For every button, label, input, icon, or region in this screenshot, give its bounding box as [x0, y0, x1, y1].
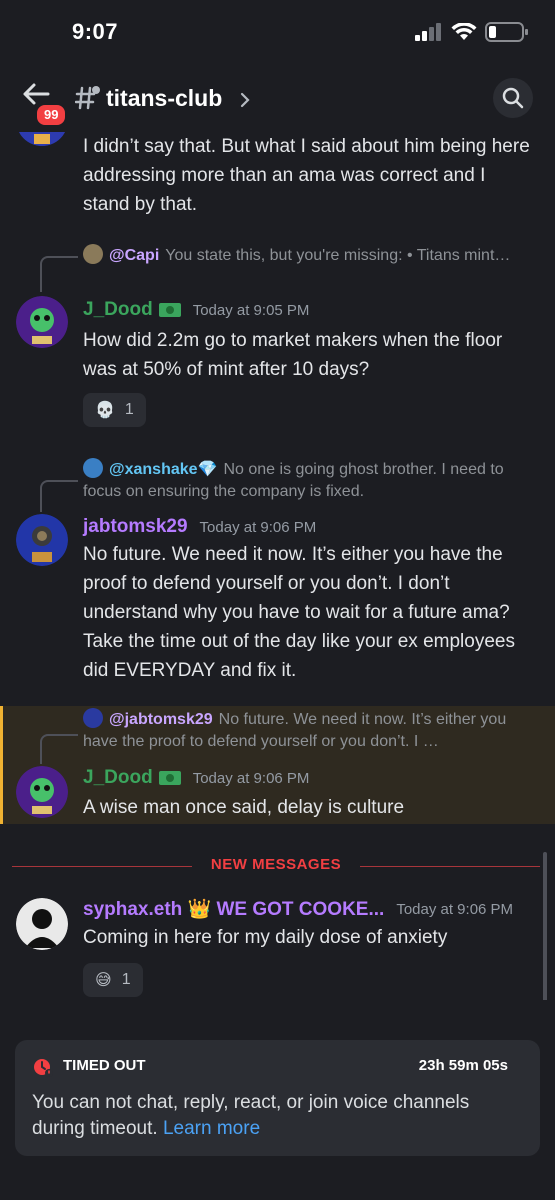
timestamp: Today at 9:06 PM [192, 769, 310, 787]
reply-connector [40, 734, 78, 764]
username[interactable]: J_Dood [83, 767, 153, 789]
reaction-count: 1 [121, 971, 131, 988]
timeout-description: You can not chat, reply, react, or join … [32, 1090, 512, 1142]
reply-preview[interactable]: @jabtomsk29 No future. We need it now. It… [83, 708, 523, 753]
avatar[interactable] [16, 132, 68, 146]
message-header: jabtomsk29 Today at 9:06 PM [83, 516, 316, 538]
new-messages-divider: NEW MESSAGES [12, 856, 540, 876]
cash-emoji-icon [158, 303, 181, 317]
message-header: J_Dood Today at 9:05 PM [83, 299, 309, 321]
learn-more-link[interactable]: Learn more [163, 1118, 260, 1139]
reply-preview[interactable]: @Capi You state this, but you're missing:… [83, 244, 523, 267]
avatar[interactable] [16, 296, 68, 348]
reaction-count: 1 [124, 401, 134, 418]
search-icon [502, 87, 524, 109]
timeout-title: TIMED OUT [63, 1057, 146, 1074]
message-header: J_Dood Today at 9:06 PM [83, 767, 309, 789]
username[interactable]: syphax.eth 👑 WE GOT COOKE... [83, 897, 384, 921]
battery-icon [485, 22, 528, 42]
reply-text: You state this, but you're missing: • Ti… [165, 247, 511, 264]
status-bar: 9:07 [0, 0, 555, 70]
timestamp: Today at 9:06 PM [396, 900, 514, 918]
message-text: I didn’t say that. But what I said about… [83, 136, 530, 215]
skull-emoji-icon: 💀 [95, 402, 115, 419]
username[interactable]: J_Dood [83, 299, 153, 321]
status-icons [415, 22, 529, 42]
message-header: syphax.eth 👑 WE GOT COOKE... Today at 9:… [83, 897, 513, 921]
timeout-notice: TIMED OUT 23h 59m 05s You can not chat, … [15, 1040, 540, 1156]
chevron-right-icon[interactable] [240, 92, 250, 108]
message-text: How did 2.2m go to market makers when th… [83, 330, 503, 380]
scrollbar[interactable] [543, 852, 547, 1000]
channel-header: 99 titans-club [0, 70, 555, 132]
reaction-button[interactable]: 💀 1 [83, 393, 146, 427]
reply-author: @jabtomsk29 [109, 711, 213, 728]
timeout-clock-icon [34, 1059, 53, 1077]
reply-connector [40, 256, 78, 292]
search-button[interactable] [493, 78, 533, 118]
avatar[interactable] [16, 514, 68, 566]
reply-connector [40, 480, 78, 512]
status-time: 9:07 [72, 19, 119, 44]
signal-icon [415, 23, 441, 41]
reply-author: @xanshake💎 [109, 461, 218, 478]
message-text: Coming in here for my daily dose of anxi… [83, 927, 448, 948]
message-list[interactable]: I didn’t say that. But what I said about… [0, 132, 555, 1000]
timeout-remaining: 23h 59m 05s [418, 1057, 508, 1074]
avatar[interactable] [16, 766, 68, 818]
message-text: No future. We need it now. It’s either y… [83, 544, 515, 681]
reply-author: @Capi [109, 247, 160, 264]
timestamp: Today at 9:06 PM [199, 518, 317, 536]
reaction-button[interactable]: 😅 1 [83, 963, 143, 997]
unread-badge: 99 [34, 102, 69, 128]
cash-emoji-icon [158, 771, 181, 785]
timestamp: Today at 9:05 PM [192, 301, 310, 319]
reply-avatar [83, 244, 103, 264]
reply-avatar [83, 708, 103, 728]
channel-name[interactable]: titans-club [106, 85, 222, 112]
sweat-smile-emoji-icon: 😅 [95, 972, 112, 989]
wifi-icon [451, 23, 477, 40]
username[interactable]: jabtomsk29 [83, 516, 188, 538]
new-messages-label: NEW MESSAGES [210, 856, 342, 873]
avatar[interactable] [16, 898, 68, 950]
message-text: A wise man once said, delay is culture [83, 797, 405, 818]
hashtag-thread-icon [75, 86, 100, 110]
reply-preview[interactable]: @xanshake💎 No one is going ghost brother.… [83, 458, 523, 503]
reply-avatar [83, 458, 103, 478]
